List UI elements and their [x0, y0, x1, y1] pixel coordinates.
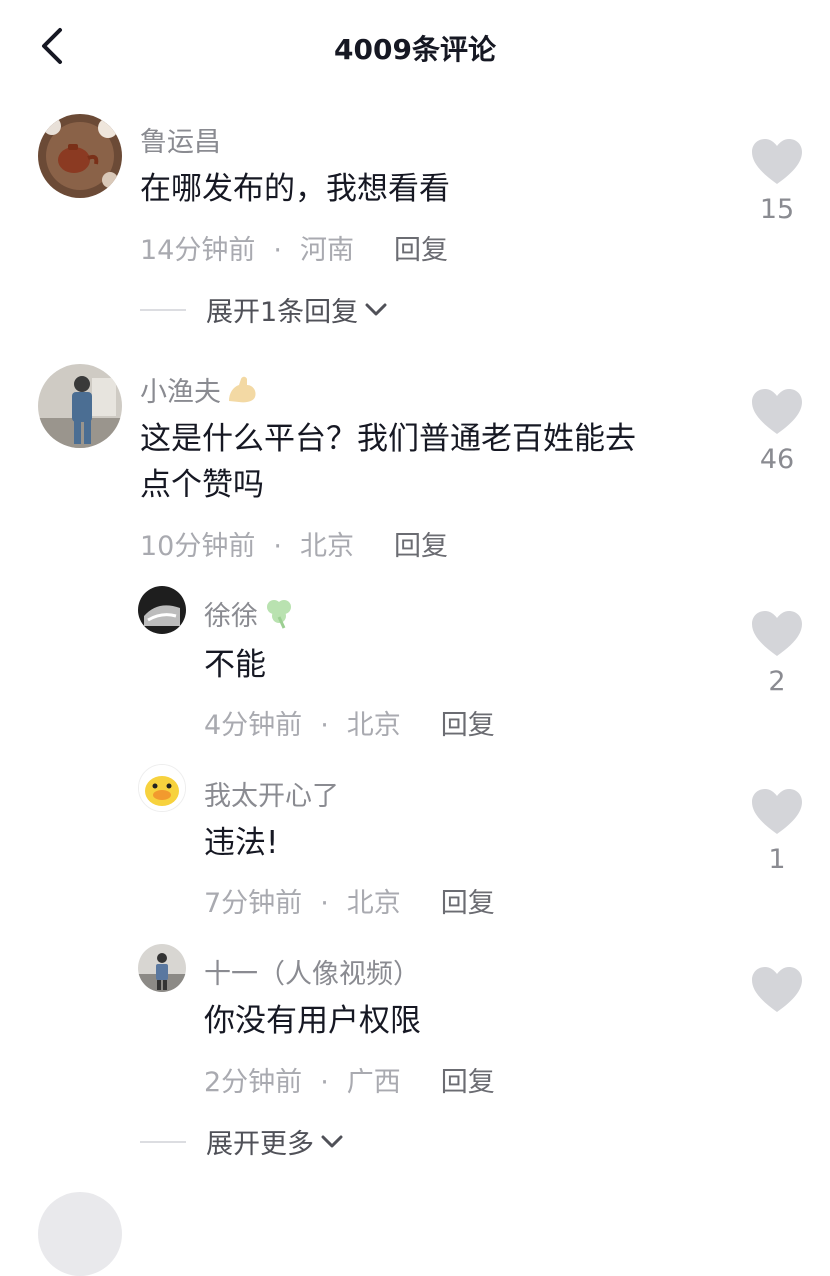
separator: ·	[273, 235, 282, 266]
reply-button[interactable]: 回复	[441, 710, 495, 741]
username[interactable]: 我太开心了	[204, 774, 339, 813]
timestamp: 4分钟前	[204, 710, 303, 741]
like-count: 15	[759, 194, 795, 225]
reply-button[interactable]: 回复	[394, 531, 448, 562]
reply-text: 违法!	[204, 825, 279, 861]
separator: ·	[320, 710, 329, 741]
separator: ·	[273, 531, 282, 562]
avatar[interactable]	[138, 764, 186, 812]
heart-icon	[752, 611, 802, 656]
like-button[interactable]: 15	[747, 138, 807, 225]
page-title: 4009条评论	[334, 33, 496, 66]
flexed-biceps-icon	[225, 375, 259, 412]
expand-label: 展开1条回复	[206, 297, 359, 328]
reply-button[interactable]: 回复	[441, 1067, 495, 1098]
like-button[interactable]: 46	[747, 388, 807, 475]
divider-line	[140, 1140, 186, 1143]
location: 北京	[299, 531, 354, 562]
username[interactable]: 小渔夫	[140, 370, 259, 412]
avatar[interactable]	[38, 364, 122, 448]
divider-line	[140, 308, 186, 311]
reply-meta: 2分钟前 · 广西 回复	[204, 1060, 495, 1099]
heart-icon	[752, 967, 802, 1012]
reply-text: 不能	[204, 647, 266, 683]
like-button[interactable]: 1	[747, 788, 807, 875]
comment-text: 这是什么平台？我们普通老百姓能去 点个赞吗	[140, 421, 636, 503]
chevron-down-icon	[321, 1135, 343, 1147]
like-button[interactable]	[747, 966, 807, 1022]
location: 北京	[346, 888, 401, 919]
reply-text: 你没有用户权限	[204, 1003, 421, 1039]
reply-button[interactable]: 回复	[394, 235, 448, 266]
expand-more-button[interactable]: 展开更多	[140, 1122, 344, 1161]
comment-meta: 10分钟前 · 北京 回复	[140, 524, 448, 563]
location: 北京	[346, 710, 401, 741]
like-count: 46	[759, 444, 795, 475]
reply-meta: 4分钟前 · 北京 回复	[204, 703, 495, 742]
location: 河南	[299, 235, 354, 266]
timestamp: 10分钟前	[140, 531, 256, 562]
separator: ·	[320, 888, 329, 919]
like-button[interactable]: 2	[747, 610, 807, 697]
avatar[interactable]	[138, 944, 186, 992]
separator: ·	[320, 1067, 329, 1098]
expand-label: 展开更多	[206, 1129, 314, 1160]
reply-meta: 7分钟前 · 北京 回复	[204, 881, 495, 920]
like-count: 1	[768, 844, 786, 875]
avatar[interactable]	[38, 1192, 122, 1276]
avatar[interactable]	[138, 586, 186, 634]
like-count: 2	[768, 666, 786, 697]
username[interactable]: 鲁运昌	[140, 120, 221, 159]
username[interactable]: 徐徐	[204, 594, 296, 636]
heart-icon	[752, 389, 802, 434]
expand-replies-button[interactable]: 展开1条回复	[140, 290, 388, 329]
heart-icon	[752, 139, 802, 184]
avatar[interactable]	[38, 114, 122, 198]
timestamp: 14分钟前	[140, 235, 256, 266]
comment-meta: 14分钟前 · 河南 回复	[140, 228, 448, 267]
location: 广西	[346, 1067, 401, 1098]
shamrock-icon	[262, 597, 296, 636]
chevron-down-icon	[365, 303, 387, 315]
timestamp: 2分钟前	[204, 1067, 303, 1098]
reply-button[interactable]: 回复	[441, 888, 495, 919]
heart-icon	[752, 789, 802, 834]
timestamp: 7分钟前	[204, 888, 303, 919]
comment-text: 在哪发布的，我想看看	[140, 171, 450, 207]
username[interactable]: 十一（人像视频）	[204, 952, 420, 991]
